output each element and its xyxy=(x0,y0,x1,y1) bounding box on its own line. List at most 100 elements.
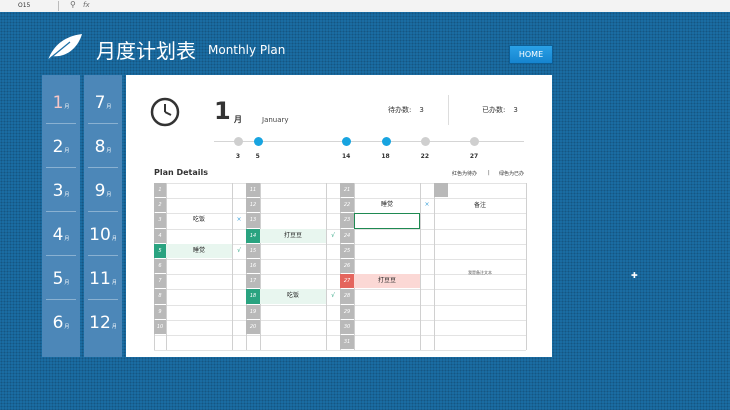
day-number-cell: 8 xyxy=(154,289,166,303)
timeline-day-label: 3 xyxy=(228,153,248,160)
day-number-cell: 20 xyxy=(246,320,260,334)
clock-icon xyxy=(150,97,180,127)
task-cell[interactable] xyxy=(260,305,326,319)
task-cell[interactable] xyxy=(166,289,232,303)
task-cell[interactable]: 睡觉 xyxy=(166,244,232,258)
day-number-cell: 3 xyxy=(154,213,166,227)
month-item-number: 11 xyxy=(89,269,111,289)
task-cell[interactable] xyxy=(354,259,420,273)
task-cell[interactable] xyxy=(354,229,420,243)
month-item-10[interactable]: 10月 xyxy=(84,225,122,265)
done-label: 已办数: xyxy=(482,106,505,114)
grid-line xyxy=(326,183,327,350)
task-cell[interactable] xyxy=(260,274,326,288)
task-cell[interactable]: 睡觉 xyxy=(354,198,420,212)
month-item-1[interactable]: 1月 xyxy=(42,93,80,133)
task-cell[interactable]: 吃饭 xyxy=(260,289,326,303)
selected-cell[interactable] xyxy=(354,213,420,228)
timeline-day-label: 18 xyxy=(376,153,396,160)
task-cell[interactable]: 吃饭 xyxy=(166,213,232,227)
month-item-9[interactable]: 9月 xyxy=(84,181,122,221)
page-subtitle: Monthly Plan xyxy=(208,43,285,57)
search-icon[interactable]: ⚲ xyxy=(70,0,76,9)
divider xyxy=(88,167,118,168)
day-number-cell: 15 xyxy=(246,244,260,258)
cursor-icon: ✚ xyxy=(631,271,638,280)
task-cell[interactable] xyxy=(354,305,420,319)
task-cell[interactable] xyxy=(166,198,232,212)
check-mark-icon[interactable]: √ xyxy=(326,289,340,303)
task-cell[interactable] xyxy=(166,229,232,243)
month-item-11[interactable]: 11月 xyxy=(84,269,122,309)
cross-mark-icon[interactable]: × xyxy=(420,198,434,212)
month-item-number: 9 xyxy=(95,181,106,201)
current-month-unit: 月 xyxy=(234,114,242,125)
task-cell[interactable] xyxy=(166,274,232,288)
month-column-right: 7月8月9月10月11月12月 xyxy=(84,75,122,357)
day-number-cell: 22 xyxy=(340,198,354,212)
day-number-cell: 28 xyxy=(340,289,354,303)
divider xyxy=(46,255,76,256)
timeline-dot-27[interactable] xyxy=(470,137,479,146)
task-cell[interactable] xyxy=(354,289,420,303)
grid-line xyxy=(526,183,527,350)
grid-line xyxy=(154,350,526,351)
day-number-cell: 25 xyxy=(340,244,354,258)
divider xyxy=(448,95,449,125)
task-cell[interactable]: 打豆豆 xyxy=(354,274,420,288)
cell-reference[interactable]: O15 xyxy=(18,2,30,9)
day-number-cell: 23 xyxy=(340,213,354,227)
task-cell[interactable] xyxy=(260,320,326,334)
timeline-dot-5[interactable] xyxy=(254,137,263,146)
month-item-8[interactable]: 8月 xyxy=(84,137,122,177)
month-item-12[interactable]: 12月 xyxy=(84,313,122,353)
home-button[interactable]: HOME xyxy=(509,45,553,64)
task-cell[interactable] xyxy=(260,259,326,273)
timeline-dot-22[interactable] xyxy=(421,137,430,146)
month-item-4[interactable]: 4月 xyxy=(42,225,80,265)
task-cell[interactable]: 打豆豆 xyxy=(260,229,326,243)
task-cell[interactable] xyxy=(166,305,232,319)
task-cell[interactable] xyxy=(354,335,420,349)
timeline-dot-18[interactable] xyxy=(382,137,391,146)
task-cell[interactable] xyxy=(354,183,420,197)
day-number-cell: 9 xyxy=(154,305,166,319)
month-item-number: 5 xyxy=(53,269,64,289)
month-item-unit: 月 xyxy=(64,104,69,110)
month-item-5[interactable]: 5月 xyxy=(42,269,80,309)
task-cell[interactable] xyxy=(166,183,232,197)
task-cell[interactable] xyxy=(166,259,232,273)
month-item-2[interactable]: 2月 xyxy=(42,137,80,177)
month-item-6[interactable]: 6月 xyxy=(42,313,80,353)
task-cell[interactable] xyxy=(260,183,326,197)
timeline-dot-14[interactable] xyxy=(342,137,351,146)
check-mark-icon[interactable]: √ xyxy=(232,244,246,258)
fx-icon[interactable]: fx xyxy=(83,1,90,9)
task-cell[interactable] xyxy=(166,320,232,334)
task-cell[interactable] xyxy=(354,244,420,258)
task-cell[interactable] xyxy=(260,244,326,258)
month-item-number: 7 xyxy=(95,93,106,113)
task-cell[interactable] xyxy=(260,213,326,227)
task-cell[interactable] xyxy=(260,198,326,212)
cross-mark-icon[interactable]: × xyxy=(232,213,246,227)
month-item-unit: 月 xyxy=(106,148,111,154)
month-item-number: 10 xyxy=(89,225,111,245)
month-item-7[interactable]: 7月 xyxy=(84,93,122,133)
task-cell[interactable] xyxy=(354,320,420,334)
day-number-cell: 6 xyxy=(154,259,166,273)
timeline-day-label: 22 xyxy=(415,153,435,160)
check-mark-icon[interactable]: √ xyxy=(326,229,340,243)
timeline-dot-3[interactable] xyxy=(234,137,243,146)
day-number-cell: 17 xyxy=(246,274,260,288)
divider xyxy=(88,123,118,124)
month-item-number: 1 xyxy=(53,93,64,113)
day-number-cell: 14 xyxy=(246,229,260,243)
day-number-cell: 11 xyxy=(246,183,260,197)
notes-text[interactable]: 我是备注文本 xyxy=(434,268,526,278)
month-item-unit: 月 xyxy=(112,324,117,330)
month-item-3[interactable]: 3月 xyxy=(42,181,80,221)
month-item-unit: 月 xyxy=(64,148,69,154)
divider xyxy=(46,299,76,300)
day-number-cell: 27 xyxy=(340,274,354,288)
